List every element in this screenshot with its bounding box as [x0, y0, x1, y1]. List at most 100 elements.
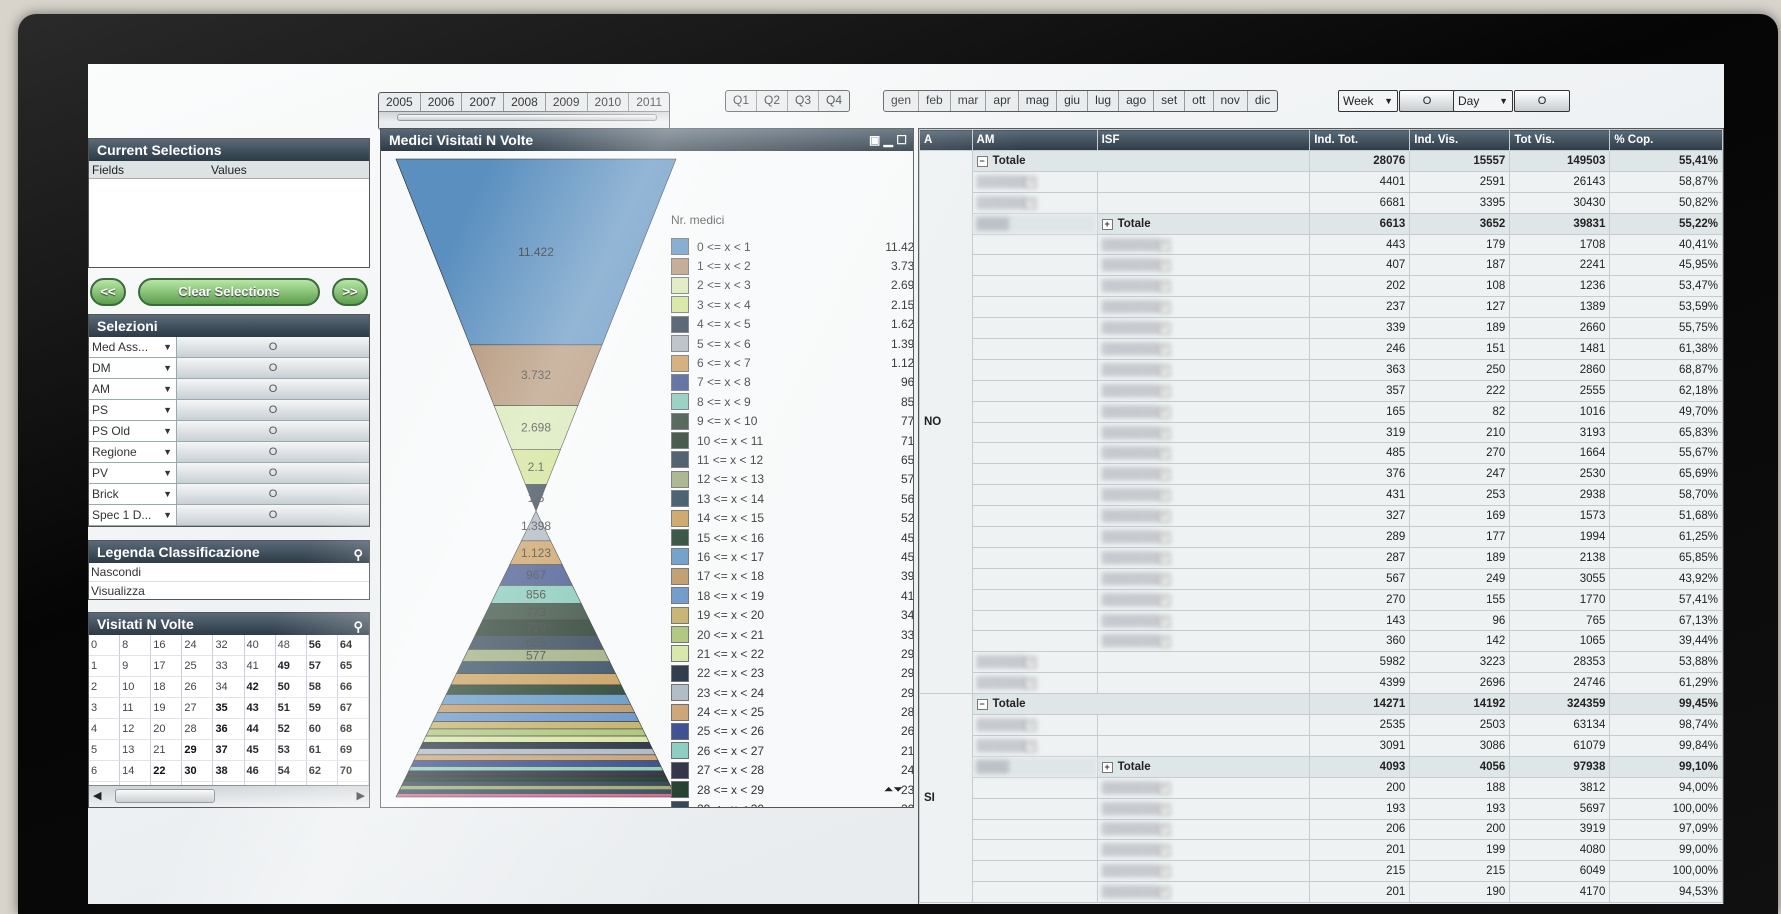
pivot-header-cell[interactable]: AM — [971, 129, 1098, 151]
funnel-segment[interactable] — [395, 793, 677, 798]
selezioni-field-label[interactable]: PV ▼ — [89, 463, 177, 483]
isf-name-cell[interactable]: ▒▒▒▒▒▒▒ + — [1096, 776, 1311, 799]
visit-count-option[interactable]: 52 — [275, 719, 307, 740]
chevron-down-icon[interactable]: ▼ — [163, 484, 172, 504]
selezioni-row[interactable]: DM ▼ O — [89, 358, 369, 379]
search-icon[interactable]: ⚲ — [353, 544, 363, 566]
selezioni-field-label[interactable]: Med Ass... ▼ — [89, 337, 177, 357]
visit-count-option[interactable]: 44 — [244, 719, 276, 740]
funnel-segment[interactable] — [397, 789, 675, 794]
visit-count-option[interactable]: 62 — [306, 761, 338, 782]
am-name-cell[interactable]: ▒▒▒▒▒▒ + — [971, 672, 1098, 695]
search-icon[interactable]: ⚲ — [353, 616, 363, 638]
visit-count-option[interactable]: 28 — [182, 719, 214, 740]
year-option[interactable]: 2006 — [421, 93, 463, 111]
visit-count-option[interactable]: 68 — [337, 719, 369, 740]
visit-count-option[interactable]: 51 — [275, 698, 307, 719]
expand-icon[interactable]: + — [1158, 406, 1170, 418]
legenda-item[interactable]: Visualizza — [89, 581, 369, 599]
quarter-option[interactable]: Q4 — [819, 91, 849, 111]
window-controls-icon[interactable]: ▣ ▁ ☐ — [869, 129, 907, 151]
table-row[interactable]: ▒▒▒▒ + Totale 6613 3652 39831 55,22% — [920, 212, 1723, 235]
isf-name-cell[interactable]: ▒▒▒▒▒▒▒ + — [1096, 609, 1311, 632]
year-option[interactable]: 2011 — [629, 93, 669, 111]
visit-count-option[interactable]: 18 — [151, 677, 183, 698]
funnel-segment[interactable] — [436, 703, 636, 713]
table-row[interactable]: ▒▒▒▒▒▒▒ +289 177 1994 61,25% — [920, 526, 1723, 548]
expand-icon[interactable]: + — [1158, 866, 1170, 878]
pivot-header-cell[interactable]: Tot Vis. — [1509, 129, 1611, 151]
funnel-segment[interactable] — [432, 712, 640, 722]
table-row[interactable]: ▒▒▒▒▒▒▒ +165 82 1016 49,70% — [920, 400, 1723, 423]
table-row[interactable]: ▒▒▒▒▒▒▒ +200 188 3812 94,00% — [920, 776, 1723, 799]
table-row[interactable]: ▒▒▒▒▒▒▒ +327 169 1573 51,68% — [920, 505, 1723, 528]
quarter-listbox[interactable]: Q1 Q2 Q3 Q4 — [725, 90, 851, 112]
visit-count-option[interactable]: 24 — [182, 635, 214, 656]
selezioni-field-value[interactable]: O — [177, 358, 369, 378]
selezioni-row[interactable]: Brick ▼ O — [89, 484, 369, 505]
am-name-cell[interactable]: ▒▒▒▒▒▒ + — [971, 714, 1098, 736]
chevron-down-icon[interactable]: ▼ — [163, 337, 172, 357]
month-option[interactable]: mag — [1019, 91, 1058, 111]
visit-count-option[interactable]: 43 — [244, 698, 276, 719]
isf-name-cell[interactable]: ▒▒▒▒▒▒▒ + — [1096, 463, 1311, 486]
table-row[interactable]: ▒▒▒▒▒▒▒ +360 142 1065 39,44% — [920, 630, 1723, 653]
table-row[interactable]: ▒▒▒▒▒▒▒ +407 187 2241 45,95% — [920, 254, 1723, 277]
selezioni-field-value[interactable]: O — [177, 505, 369, 525]
expand-icon[interactable]: + — [1158, 573, 1170, 585]
selezioni-field-label[interactable]: DM ▼ — [89, 358, 177, 378]
table-row[interactable]: ▒▒▒▒▒▒▒ +443 179 1708 40,41% — [920, 233, 1723, 256]
selezioni-row[interactable]: PS Old ▼ O — [89, 421, 369, 442]
forward-button[interactable]: >> — [332, 278, 368, 306]
month-option[interactable]: mar — [951, 91, 987, 111]
selezioni-field-label[interactable]: PS ▼ — [89, 400, 177, 420]
table-row[interactable]: ▒▒▒▒▒▒▒ +215 215 6049 100,00% — [920, 860, 1723, 883]
visit-count-option[interactable]: 2 — [89, 677, 121, 698]
isf-name-cell[interactable]: ▒▒▒▒▒▒▒ + — [1096, 526, 1311, 548]
month-listbox[interactable]: gen feb mar apr mag giu lug ago set ott nov dic — [883, 90, 1279, 112]
chevron-down-icon[interactable]: ▼ — [163, 379, 172, 399]
visit-count-option[interactable]: 56 — [306, 635, 338, 656]
table-row[interactable]: ▒▒▒▒▒▒▒ +270 155 1770 57,41% — [920, 588, 1723, 611]
visit-count-option[interactable]: 13 — [120, 740, 152, 761]
pivot-header-cell[interactable]: Ind. Tot. — [1309, 129, 1411, 151]
isf-name-cell[interactable]: ▒▒▒▒▒▒▒ + — [1096, 400, 1311, 423]
expand-icon[interactable]: + — [1158, 302, 1170, 314]
year-option[interactable]: 2008 — [504, 93, 546, 111]
selezioni-row[interactable]: Regione ▼ O — [89, 442, 369, 463]
table-row[interactable]: ▒▒▒▒▒▒▒ +485 270 1664 55,67% — [920, 442, 1723, 465]
visit-count-option[interactable]: 4 — [89, 719, 121, 740]
am-name-cell[interactable]: ▒▒▒▒ — [971, 212, 1098, 235]
selezioni-row[interactable]: PS ▼ O — [89, 400, 369, 421]
visit-count-option[interactable]: 64 — [337, 635, 369, 656]
selezioni-field-value[interactable]: O — [177, 526, 369, 527]
table-row[interactable]: ▒▒▒▒▒▒▒ +206 200 3919 97,09% — [920, 818, 1723, 841]
visit-count-option[interactable]: 53 — [275, 740, 307, 761]
isf-name-cell[interactable]: ▒▒▒▒▒▒▒ + — [1096, 630, 1311, 653]
visit-count-option[interactable]: 61 — [306, 740, 338, 761]
month-option[interactable]: lug — [1088, 91, 1120, 111]
expand-icon[interactable]: + — [1025, 176, 1037, 188]
visit-count-option[interactable]: 6 — [89, 761, 121, 782]
expand-icon[interactable]: + — [1158, 615, 1170, 627]
visit-count-option[interactable]: 9 — [120, 656, 152, 677]
visit-count-option[interactable]: 35 — [213, 698, 245, 719]
expand-icon[interactable]: + — [1158, 636, 1170, 648]
expand-icon[interactable]: + — [1158, 427, 1170, 439]
visit-count-option[interactable]: 22 — [151, 761, 183, 782]
visit-count-option[interactable]: 67 — [337, 698, 369, 719]
expand-icon[interactable]: + — [1158, 803, 1170, 815]
funnel-segment[interactable] — [445, 684, 627, 695]
visit-count-option[interactable]: 16 — [151, 635, 183, 656]
isf-name-cell[interactable]: ▒▒▒▒▒▒▒ + — [1096, 275, 1311, 298]
month-option[interactable]: feb — [919, 91, 951, 111]
expand-icon[interactable]: + — [1158, 782, 1170, 794]
day-clear-button[interactable]: O — [1514, 90, 1570, 112]
am-name-cell[interactable]: ▒▒▒▒▒▒ + — [971, 191, 1098, 214]
table-row[interactable]: ▒▒▒▒▒▒ + 3091 3086 61079 99,84% — [920, 734, 1723, 757]
am-name-cell[interactable]: ▒▒▒▒▒▒ + — [971, 734, 1098, 757]
table-row[interactable]: ▒▒▒▒▒▒▒ +246 151 1481 61,38% — [920, 338, 1723, 360]
selezioni-row[interactable]: Med Ass... ▼ O — [89, 337, 369, 358]
selezioni-row[interactable]: PV ▼ O — [89, 463, 369, 484]
table-row[interactable]: ▒▒▒▒▒▒▒ +193 193 5697 100,00% — [920, 797, 1723, 820]
